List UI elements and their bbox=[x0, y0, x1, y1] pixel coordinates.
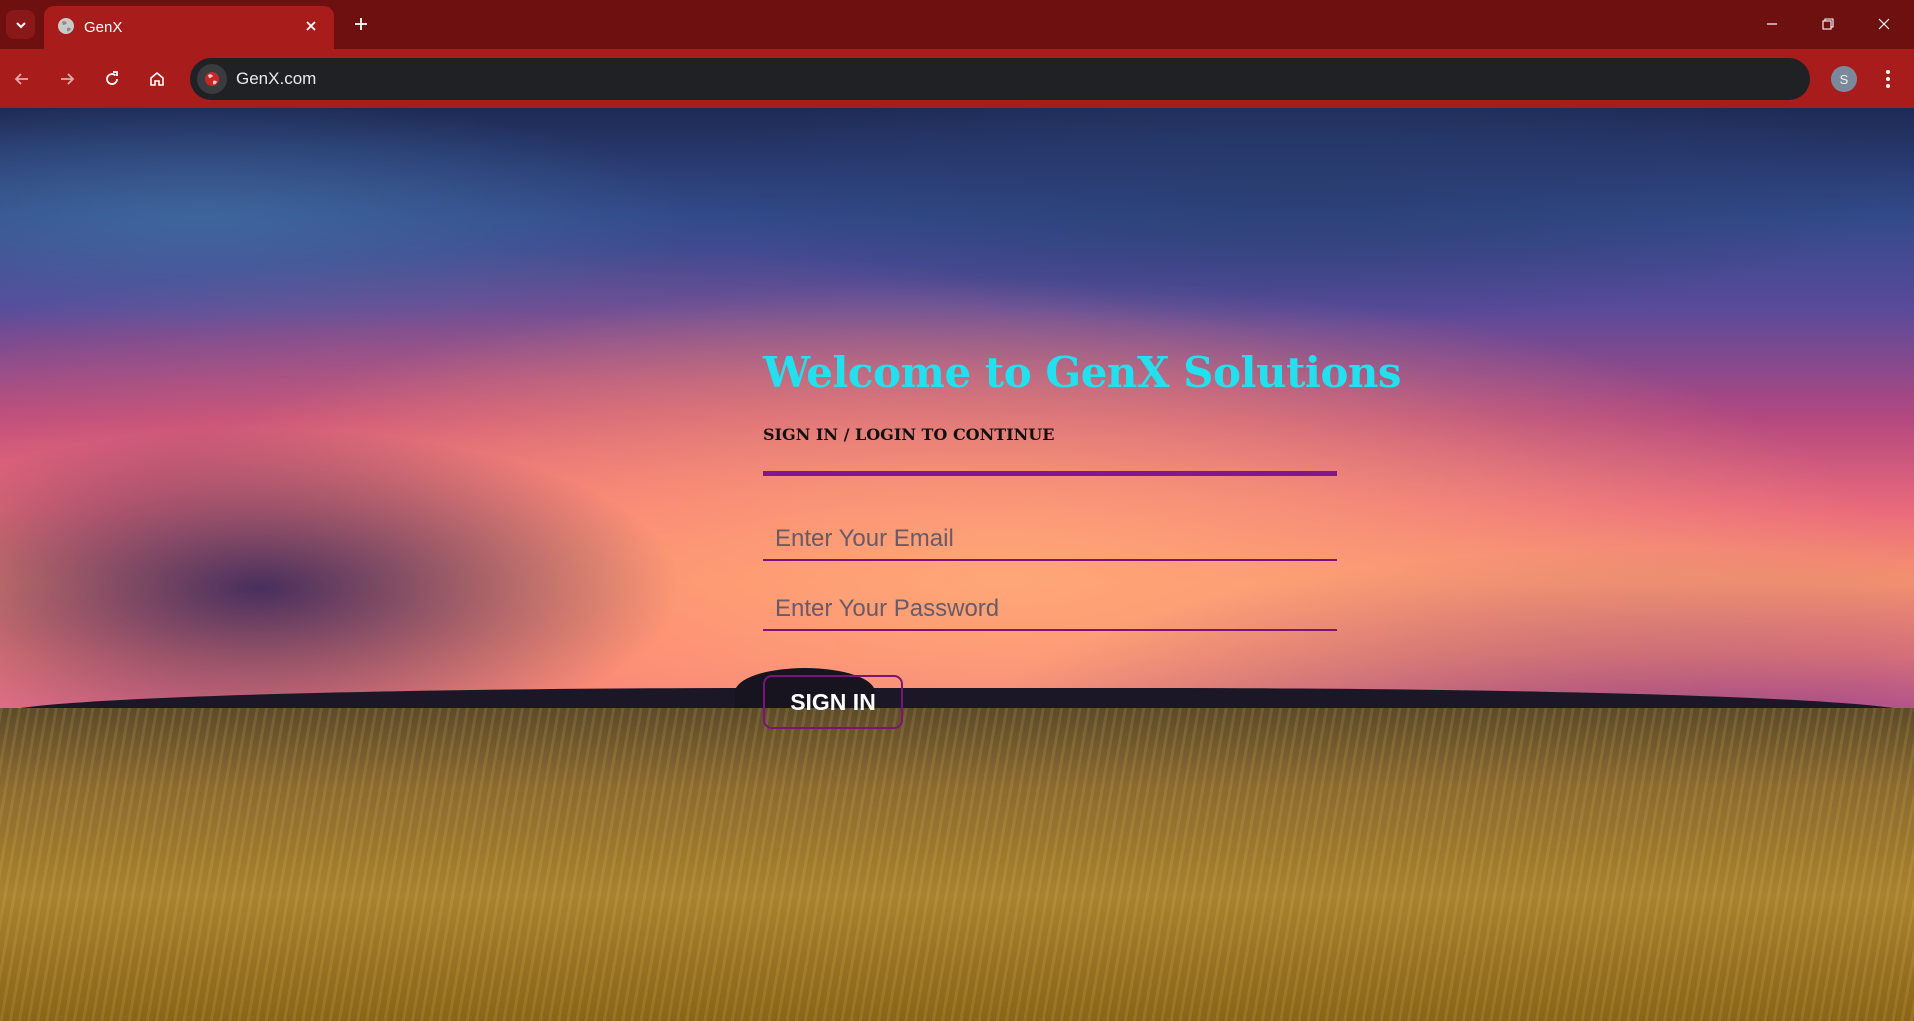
home-icon bbox=[150, 71, 164, 86]
globe-icon bbox=[58, 18, 74, 34]
sunset-sky-background bbox=[0, 108, 1914, 368]
forward-button[interactable] bbox=[51, 63, 83, 95]
more-vert-icon bbox=[1886, 70, 1890, 88]
minimize-icon bbox=[1767, 23, 1777, 25]
home-button[interactable] bbox=[141, 63, 173, 95]
tab-search-button[interactable] bbox=[6, 10, 35, 39]
page-title: Welcome to GenX Solutions bbox=[763, 348, 1402, 397]
arrow-right-icon bbox=[61, 73, 75, 85]
url-text: GenX.com bbox=[236, 69, 317, 88]
reload-button[interactable] bbox=[96, 63, 128, 95]
tab-title: GenX bbox=[84, 19, 123, 36]
close-icon bbox=[1878, 18, 1890, 30]
close-icon bbox=[306, 21, 316, 31]
new-tab-button[interactable] bbox=[348, 11, 374, 37]
restore-icon bbox=[1822, 18, 1834, 30]
tab-genx[interactable]: GenX bbox=[44, 6, 334, 49]
login-form: Welcome to GenX Solutions SIGN IN / LOGI… bbox=[763, 348, 1402, 729]
tab-strip: GenX bbox=[0, 0, 1914, 49]
minimize-button[interactable] bbox=[1752, 8, 1792, 40]
globe-icon bbox=[205, 72, 219, 86]
reload-icon bbox=[106, 71, 118, 85]
password-field-wrapper bbox=[763, 589, 1337, 631]
arrow-left-icon bbox=[14, 73, 28, 85]
divider bbox=[763, 471, 1337, 476]
restore-button[interactable] bbox=[1808, 8, 1848, 40]
menu-button[interactable] bbox=[1872, 63, 1904, 95]
login-subtitle: SIGN IN / LOGIN TO CONTINUE bbox=[763, 425, 1055, 444]
page-viewport: Welcome to GenX Solutions SIGN IN / LOGI… bbox=[0, 108, 1914, 1021]
tab-close-button[interactable] bbox=[300, 15, 322, 37]
profile-avatar[interactable]: S bbox=[1831, 66, 1857, 92]
site-info-button[interactable] bbox=[197, 64, 227, 94]
password-field[interactable] bbox=[763, 589, 1337, 629]
email-field[interactable] bbox=[763, 519, 1337, 559]
chevron-down-icon bbox=[15, 21, 26, 28]
address-bar[interactable]: GenX.com bbox=[190, 58, 1810, 100]
plus-icon bbox=[355, 18, 367, 30]
wheat-field-background bbox=[0, 708, 1914, 1021]
back-button[interactable] bbox=[6, 63, 38, 95]
browser-toolbar: GenX.com S bbox=[0, 49, 1914, 108]
close-window-button[interactable] bbox=[1864, 8, 1904, 40]
sign-in-button[interactable]: SIGN IN bbox=[763, 675, 903, 729]
email-field-wrapper bbox=[763, 519, 1337, 561]
